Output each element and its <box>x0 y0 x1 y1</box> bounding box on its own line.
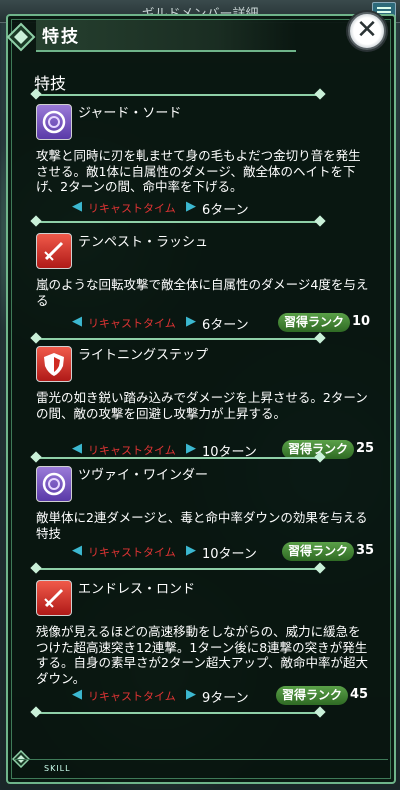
close-button[interactable]: ✕ <box>348 12 386 50</box>
divider <box>36 568 320 570</box>
skill-description: 嵐のような回転攻撃で敵全体に自属性のダメージ4度を与える <box>36 277 369 308</box>
recast-row: ◀ リキャストタイム ▶ 9ターン 習得ランク 45 <box>36 686 370 706</box>
arrow-left-icon: ◀ <box>72 314 82 329</box>
divider <box>36 338 320 340</box>
arrow-left-icon: ◀ <box>72 441 82 456</box>
rank-badge: 習得ランク <box>282 542 355 561</box>
skill-name: ジャード・ソード <box>78 106 182 121</box>
skill-name: テンペスト・ラッシュ <box>78 235 209 250</box>
arrow-left-icon: ◀ <box>72 687 82 702</box>
red-sword-icon <box>36 233 72 269</box>
arrow-left-icon: ◀ <box>72 543 82 558</box>
close-icon[interactable]: ✕ <box>350 16 384 44</box>
recast-value: 9ターン <box>202 691 249 706</box>
skill-name: ツヴァイ・ワインダー <box>78 468 209 483</box>
recast-value: 10ターン <box>202 547 257 562</box>
recast-label: リキャストタイム <box>88 546 176 559</box>
panel-footer: SKILL <box>14 759 388 778</box>
purple-swirl-icon <box>36 466 72 502</box>
rank-badge: 習得ランク <box>276 686 349 705</box>
rank-value: 35 <box>356 543 375 558</box>
recast-label: リキャストタイム <box>88 690 176 703</box>
recast-label: リキャストタイム <box>88 202 176 215</box>
gem-icon <box>6 22 36 52</box>
red-shield-icon <box>36 346 72 382</box>
divider <box>36 221 320 223</box>
recast-label: リキャストタイム <box>88 444 176 457</box>
divider <box>36 712 320 714</box>
arrow-left-icon: ◀ <box>72 199 82 214</box>
arrow-right-icon: ▶ <box>186 314 196 329</box>
skill-description: 敵単体に2連ダメージと、毒と命中率ダウンの効果を与える特技 <box>36 510 368 541</box>
rank-value: 25 <box>356 441 375 456</box>
arrow-right-icon: ▶ <box>186 199 196 214</box>
skill-name: エンドレス・ロンド <box>78 582 196 597</box>
recast-row: ◀ リキャストタイム ▶ 6ターン 習得ランク 10 <box>36 313 370 333</box>
purple-swirl-icon <box>36 104 72 140</box>
divider <box>36 457 320 459</box>
recast-row: ◀ リキャストタイム ▶ 10ターン 習得ランク 35 <box>36 542 374 562</box>
footer-label: SKILL <box>44 764 71 773</box>
rank-badge: 習得ランク <box>278 313 351 332</box>
divider <box>36 94 320 96</box>
red-sword-icon <box>36 580 72 616</box>
skill-description: 雷光の如き鋭い踏み込みでダメージを上昇させる。2ターンの間、敵の攻撃を回避し攻撃… <box>36 390 368 421</box>
skill-panel: 特技 ✕ 特技 ジャード・ソード 攻撃と同時に刃を軋ませて身の毛もよだつ金切り音… <box>6 12 396 784</box>
panel-title: 特技 <box>42 27 80 47</box>
rank-value: 10 <box>352 314 371 329</box>
skill-description: 残像が見えるほどの高速移動をしながらの、威力に緩急をつけた超高速突き12連撃。1… <box>36 624 368 686</box>
arrow-right-icon: ▶ <box>186 543 196 558</box>
arrow-right-icon: ▶ <box>186 441 196 456</box>
recast-label: リキャストタイム <box>88 317 176 330</box>
recast-value: 6ターン <box>202 318 249 333</box>
skill-name: ライトニングステップ <box>78 348 209 363</box>
skill-description: 攻撃と同時に刃を軋ませて身の毛もよだつ金切り音を発生させる。敵1体に自属性のダメ… <box>36 148 361 194</box>
arrow-right-icon: ▶ <box>186 687 196 702</box>
recast-value: 6ターン <box>202 203 249 218</box>
rank-value: 45 <box>350 687 369 702</box>
